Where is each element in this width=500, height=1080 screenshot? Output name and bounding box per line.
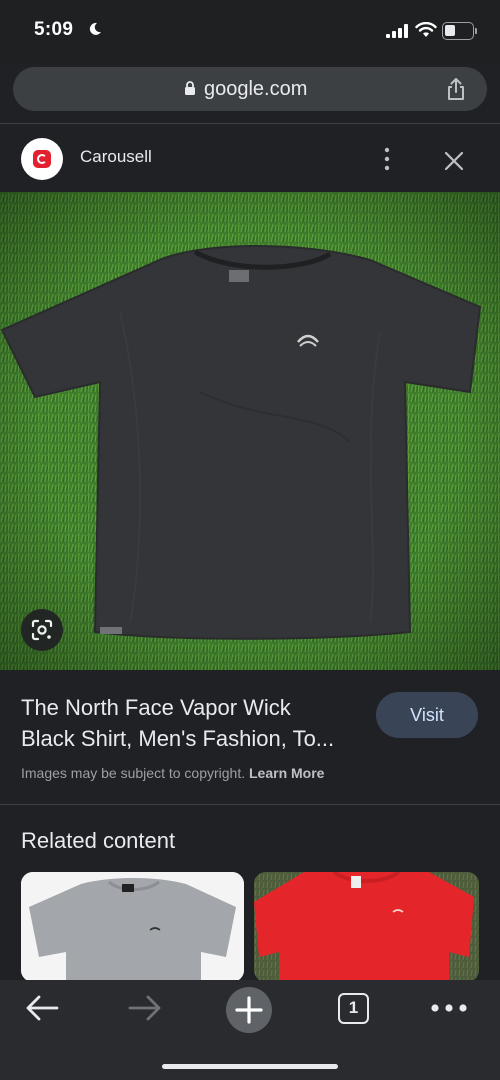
battery-cap	[475, 28, 477, 34]
learn-more-link[interactable]: Learn More	[249, 765, 324, 781]
related-item-image	[21, 872, 244, 982]
source-name[interactable]: Carousell	[80, 147, 152, 167]
forward-arrow-icon[interactable]	[127, 994, 163, 1022]
battery-icon: 5	[442, 22, 474, 40]
copyright-notice: Images may be subject to copyright. Lear…	[21, 765, 324, 781]
status-time: 5:09	[34, 19, 74, 40]
signal-icon	[386, 24, 408, 38]
url-bar[interactable]: google.com	[13, 67, 487, 111]
copyright-text: Images may be subject to copyright.	[21, 765, 246, 781]
carousell-logo-icon[interactable]	[21, 138, 63, 180]
result-title-line-1: The North Face Vapor Wick	[21, 695, 291, 720]
lock-icon	[185, 81, 195, 95]
google-lens-icon[interactable]	[21, 609, 63, 651]
visit-button[interactable]: Visit	[376, 692, 478, 738]
wifi-icon	[415, 22, 437, 37]
home-indicator[interactable]	[162, 1064, 338, 1069]
close-icon[interactable]	[443, 150, 465, 172]
related-item[interactable]	[254, 872, 479, 982]
result-title-line-2: Black Shirt, Men's Fashion, To...	[21, 726, 335, 751]
moon-icon	[89, 22, 101, 35]
new-tab-button[interactable]	[226, 987, 272, 1033]
status-bar: 5:09 5	[0, 0, 500, 62]
related-item[interactable]	[21, 872, 244, 982]
related-item-image	[254, 872, 479, 982]
more-vertical-icon[interactable]	[380, 146, 394, 172]
lens-glyph-icon	[31, 619, 53, 641]
share-icon[interactable]	[445, 77, 467, 101]
product-image[interactable]	[0, 192, 500, 670]
plus-icon	[235, 996, 263, 1024]
result-title[interactable]: The North Face Vapor Wick Black Shirt, M…	[21, 692, 361, 754]
tabs-icon[interactable]: 1	[338, 993, 369, 1024]
more-horizontal-icon[interactable]	[430, 1001, 468, 1015]
url-text[interactable]: google.com	[204, 78, 307, 101]
back-arrow-icon[interactable]	[24, 994, 60, 1022]
source-header: Carousell	[0, 124, 500, 192]
related-content-heading: Related content	[21, 828, 176, 853]
divider	[0, 804, 500, 805]
battery-level: 5	[454, 24, 462, 36]
